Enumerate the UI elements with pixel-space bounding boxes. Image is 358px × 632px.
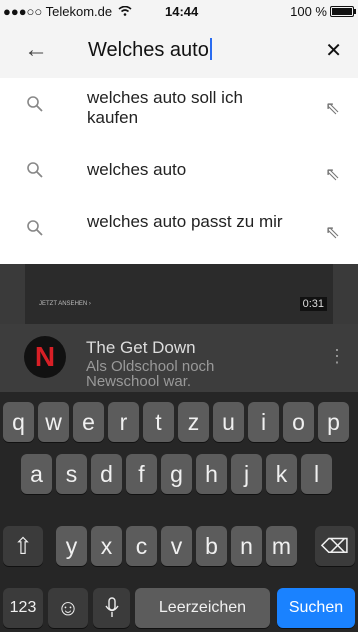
- key-r[interactable]: r: [108, 402, 139, 442]
- key-g[interactable]: g: [161, 454, 192, 494]
- list-item[interactable]: welches auto soll ich kaufen ⇖: [0, 78, 358, 140]
- key-l[interactable]: l: [301, 454, 332, 494]
- battery-status: 100 %: [290, 4, 356, 19]
- key-c[interactable]: c: [126, 526, 157, 566]
- video-thumbnail: JETZT ANSEHEN › 0:31: [25, 264, 333, 324]
- key-v[interactable]: v: [161, 526, 192, 566]
- backspace-key[interactable]: ⌫: [315, 526, 355, 566]
- suggestion-text: welches auto passt zu mir: [87, 212, 283, 231]
- key-p[interactable]: p: [318, 402, 349, 442]
- wifi-icon: [118, 4, 132, 19]
- key-j[interactable]: j: [231, 454, 262, 494]
- key-d[interactable]: d: [91, 454, 122, 494]
- key-t[interactable]: t: [143, 402, 174, 442]
- microphone-key[interactable]: [93, 588, 130, 628]
- microphone-icon: [104, 597, 119, 617]
- key-z[interactable]: z: [178, 402, 209, 442]
- search-input[interactable]: Welches auto: [88, 38, 212, 62]
- netflix-logo-icon: N: [24, 336, 66, 378]
- search-icon: [27, 220, 43, 236]
- search-icon: [27, 96, 43, 112]
- key-m[interactable]: m: [266, 526, 297, 566]
- key-a[interactable]: a: [21, 454, 52, 494]
- list-item[interactable]: welches auto ⇖: [0, 140, 358, 202]
- fill-query-arrow-icon[interactable]: ⇖: [325, 98, 340, 119]
- search-icon: [27, 162, 43, 178]
- video-title: The Get Down: [86, 338, 196, 357]
- key-h[interactable]: h: [196, 454, 227, 494]
- close-icon[interactable]: ✕: [325, 38, 342, 63]
- battery-icon: [330, 6, 356, 17]
- emoji-key[interactable]: ☺: [48, 588, 88, 628]
- carrier: ●●●○○ Telekom.de: [3, 4, 132, 19]
- text-caret: [209, 38, 212, 60]
- space-key[interactable]: Leerzeichen: [135, 588, 270, 628]
- key-f[interactable]: f: [126, 454, 157, 494]
- key-q[interactable]: q: [3, 402, 34, 442]
- key-y[interactable]: y: [56, 526, 87, 566]
- video-description: Als Oldschool noch Newschool war.: [86, 358, 215, 390]
- fill-query-arrow-icon[interactable]: ⇖: [325, 164, 340, 185]
- key-k[interactable]: k: [266, 454, 297, 494]
- shift-key[interactable]: ⇧: [3, 526, 43, 566]
- watch-now-label: JETZT ANSEHEN ›: [39, 301, 91, 307]
- more-options-icon: ⋮: [328, 346, 346, 366]
- key-i[interactable]: i: [248, 402, 279, 442]
- suggestion-text: welches auto: [87, 160, 187, 179]
- key-n[interactable]: n: [231, 526, 262, 566]
- key-u[interactable]: u: [213, 402, 244, 442]
- suggestion-text: welches auto soll ich kaufen: [87, 88, 243, 127]
- list-item[interactable]: welches auto passt zu mir ⇖: [0, 202, 358, 264]
- numbers-key[interactable]: 123: [3, 588, 43, 628]
- keyboard: q w e r t z u i o p a s d f g h j k l ⇧ …: [0, 392, 358, 632]
- back-arrow-icon[interactable]: ←: [24, 36, 48, 64]
- key-s[interactable]: s: [56, 454, 87, 494]
- video-info-row: N The Get Down Als Oldschool noch Newsch…: [0, 324, 358, 392]
- key-o[interactable]: o: [283, 402, 314, 442]
- status-bar: ●●●○○ Telekom.de 14:44 100 %: [0, 0, 358, 22]
- search-bar: ← Welches auto ✕: [0, 22, 358, 78]
- key-e[interactable]: e: [73, 402, 104, 442]
- video-duration: 0:31: [299, 297, 327, 311]
- clock: 14:44: [165, 4, 199, 19]
- key-x[interactable]: x: [91, 526, 122, 566]
- suggestion-list: welches auto soll ich kaufen ⇖ welches a…: [0, 78, 358, 264]
- search-key[interactable]: Suchen: [277, 588, 355, 628]
- fill-query-arrow-icon[interactable]: ⇖: [325, 222, 340, 243]
- key-w[interactable]: w: [38, 402, 69, 442]
- key-b[interactable]: b: [196, 526, 227, 566]
